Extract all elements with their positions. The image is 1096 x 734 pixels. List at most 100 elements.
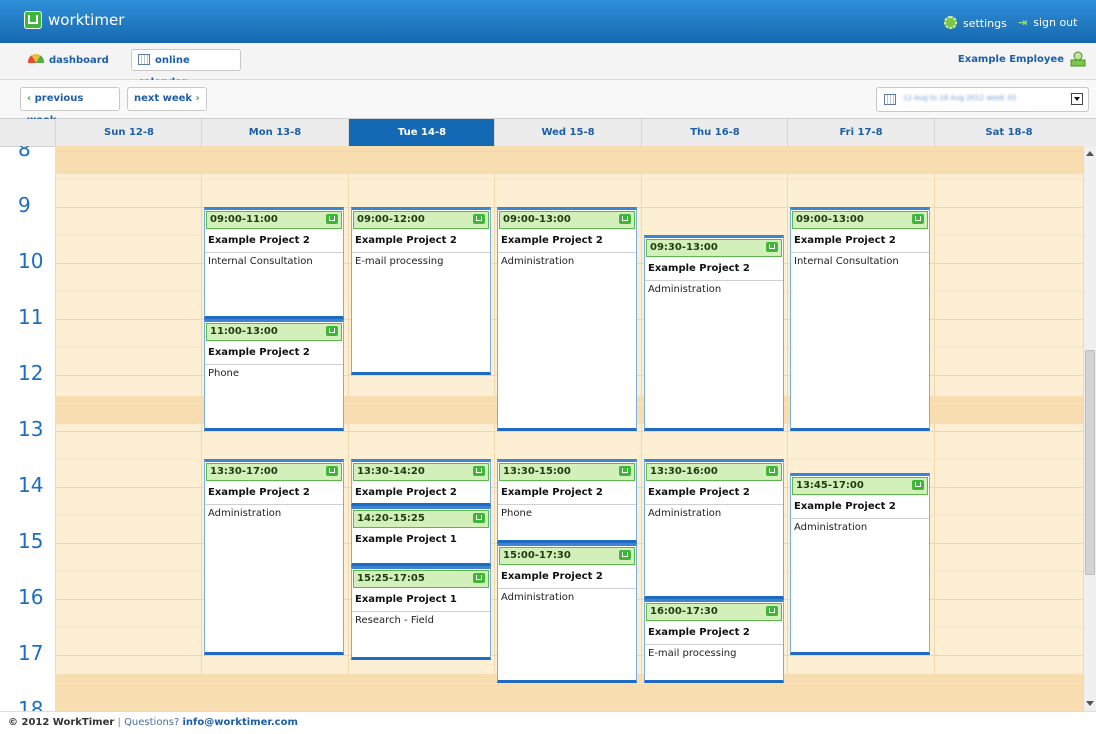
event-task: Research - Field bbox=[352, 611, 490, 629]
dropdown-arrow-icon[interactable] bbox=[1071, 93, 1083, 105]
event-time-label: 16:00-17:30 bbox=[650, 606, 718, 617]
calendar-event[interactable]: 13:30-17:00 Example Project 2 Administrati… bbox=[204, 459, 344, 655]
event-task: Phone bbox=[498, 504, 636, 522]
settings-link[interactable]: settings bbox=[944, 16, 1007, 30]
dashboard-gauge-icon bbox=[28, 54, 44, 63]
worktimer-event-icon[interactable] bbox=[473, 466, 485, 476]
worktimer-event-icon[interactable] bbox=[473, 214, 485, 224]
previous-week-button[interactable]: ‹ previous week bbox=[20, 87, 120, 126]
week-select-value: 12 Aug to 18 Aug 2012 week 33 bbox=[903, 94, 1016, 102]
calendar-event[interactable]: 09:00-11:00 Example Project 2 Internal Con… bbox=[204, 207, 344, 319]
calendar-event[interactable]: 09:30-13:00 Example Project 2 Administrati… bbox=[644, 235, 784, 431]
calendar-event[interactable]: 11:00-13:00 Example Project 2 Phone bbox=[204, 319, 344, 431]
event-time: 13:30-15:00 bbox=[499, 463, 635, 481]
employee-icon[interactable] bbox=[1069, 51, 1087, 67]
hour-label: 18 bbox=[18, 697, 44, 711]
worktimer-event-icon[interactable] bbox=[473, 512, 485, 523]
calendar-event[interactable]: 15:00-17:30 Example Project 2 Administrati… bbox=[497, 543, 637, 683]
day-header-3[interactable]: Wed 15-8 bbox=[494, 119, 641, 146]
calendar-event[interactable]: 09:00-12:00 Example Project 2 E-mail proce… bbox=[351, 207, 491, 375]
calendar-scrollbar[interactable] bbox=[1083, 146, 1096, 711]
event-time: 09:00-12:00 bbox=[353, 211, 489, 229]
event-project: Example Project 2 bbox=[648, 263, 750, 274]
next-week-label: next week bbox=[134, 93, 193, 104]
event-task: E-mail processing bbox=[645, 644, 783, 662]
week-select[interactable]: 12 Aug to 18 Aug 2012 week 33 bbox=[876, 87, 1089, 112]
worktimer-event-icon[interactable] bbox=[766, 242, 778, 252]
event-project: Example Project 2 bbox=[355, 487, 457, 498]
event-project: Example Project 2 bbox=[208, 347, 310, 358]
day-header-4[interactable]: Thu 16-8 bbox=[641, 119, 788, 146]
settings-label: settings bbox=[963, 17, 1007, 30]
event-task: Internal Consultation bbox=[205, 252, 343, 270]
event-task: Administration bbox=[205, 504, 343, 522]
day-header-row: Sun 12-8 Mon 13-8 Tue 14-8 Wed 15-8 Thu 16-8… bbox=[0, 119, 1096, 147]
event-time: 15:00-17:30 bbox=[499, 547, 635, 565]
calendar-event[interactable]: 13:45-17:00 Example Project 2 Administrati… bbox=[790, 473, 930, 655]
event-project: Example Project 2 bbox=[355, 235, 457, 246]
employee-name[interactable]: Example Employee bbox=[958, 54, 1064, 65]
day-header-5[interactable]: Fri 17-8 bbox=[787, 119, 934, 146]
hour-label: 15 bbox=[18, 529, 44, 553]
scroll-thumb[interactable] bbox=[1085, 350, 1095, 575]
event-project: Example Project 1 bbox=[355, 533, 457, 545]
event-time: 15:25-17:05 bbox=[353, 570, 489, 589]
calendar-event[interactable]: 09:00-13:00 Example Project 2 Administrati… bbox=[497, 207, 637, 431]
calendar-event[interactable]: 14:20-15:25 Example Project 1 bbox=[351, 505, 491, 567]
event-time-label: 13:30-17:00 bbox=[210, 466, 278, 477]
hour-label: 11 bbox=[18, 305, 44, 329]
event-project: Example Project 2 bbox=[794, 501, 896, 512]
calendar-icon bbox=[884, 94, 896, 105]
next-week-button[interactable]: next week › bbox=[127, 87, 207, 111]
event-task: Administration bbox=[645, 504, 783, 522]
calendar-event[interactable]: 13:30-16:00 Example Project 2 Administrati… bbox=[644, 459, 784, 599]
nav-dashboard[interactable]: dashboard bbox=[28, 54, 109, 66]
event-project: Example Project 2 bbox=[501, 571, 603, 582]
event-task: Administration bbox=[498, 588, 636, 606]
worktimer-event-icon[interactable] bbox=[619, 466, 631, 476]
calendar-event[interactable]: 13:30-14:20 Example Project 2 bbox=[351, 459, 491, 506]
chevron-left-icon: ‹ bbox=[27, 93, 32, 104]
scroll-down-arrow-icon[interactable] bbox=[1086, 701, 1094, 706]
day-header-6[interactable]: Sat 18-8 bbox=[934, 119, 1083, 146]
worktimer-event-icon[interactable] bbox=[766, 606, 778, 616]
worktimer-event-icon[interactable] bbox=[473, 573, 485, 584]
sign-out-link[interactable]: ⇥ sign out bbox=[1018, 16, 1077, 29]
worktimer-event-icon[interactable] bbox=[912, 480, 924, 490]
event-task: Administration bbox=[498, 252, 636, 270]
hour-gridline bbox=[55, 431, 1083, 432]
hour-label: 8 bbox=[18, 146, 31, 161]
event-project: Example Project 1 bbox=[355, 594, 457, 606]
app-title[interactable]: worktimer bbox=[48, 11, 124, 29]
calendar-grid: 8 9 10 11 12 13 14 15 16 17 18 09:00-11:00 Example P… bbox=[0, 146, 1083, 711]
calendar-event[interactable]: 16:00-17:30 Example Project 2 E-mail proce… bbox=[644, 599, 784, 683]
footer-email-link[interactable]: info@worktimer.com bbox=[183, 717, 298, 728]
calendar-event[interactable]: 13:30-15:00 Example Project 2 Phone bbox=[497, 459, 637, 543]
calendar-event[interactable]: 09:00-13:00 Example Project 2 Internal Con… bbox=[790, 207, 930, 431]
calendar-event[interactable]: 15:25-17:05 Example Project 1 Research - F… bbox=[351, 566, 491, 660]
worktimer-event-icon[interactable] bbox=[326, 214, 338, 224]
event-project: Example Project 2 bbox=[501, 487, 603, 498]
footer-separator: | bbox=[117, 717, 121, 728]
event-time: 14:20-15:25 bbox=[353, 509, 489, 528]
worktimer-event-icon[interactable] bbox=[619, 214, 631, 224]
event-time: 11:00-13:00 bbox=[206, 323, 342, 341]
worktimer-logo-icon[interactable] bbox=[24, 11, 42, 29]
event-task: Administration bbox=[791, 518, 929, 536]
scroll-up-arrow-icon[interactable] bbox=[1086, 151, 1094, 156]
day-header-0[interactable]: Sun 12-8 bbox=[55, 119, 202, 146]
sign-out-label: sign out bbox=[1033, 16, 1078, 29]
worktimer-event-icon[interactable] bbox=[326, 326, 338, 336]
event-project: Example Project 2 bbox=[208, 235, 310, 246]
day-header-1[interactable]: Mon 13-8 bbox=[201, 119, 348, 146]
worktimer-event-icon[interactable] bbox=[766, 466, 778, 476]
worktimer-event-icon[interactable] bbox=[912, 214, 924, 224]
worktimer-event-icon[interactable] bbox=[326, 466, 338, 476]
event-project: Example Project 2 bbox=[208, 487, 310, 498]
event-time-label: 13:30-16:00 bbox=[650, 466, 718, 477]
nav-online-calendar[interactable]: online calendar bbox=[131, 49, 241, 88]
event-time-label: 09:00-13:00 bbox=[503, 214, 571, 225]
event-time-label: 14:20-15:25 bbox=[357, 512, 425, 524]
day-header-2[interactable]: Tue 14-8 bbox=[348, 119, 495, 146]
worktimer-event-icon[interactable] bbox=[619, 550, 631, 560]
